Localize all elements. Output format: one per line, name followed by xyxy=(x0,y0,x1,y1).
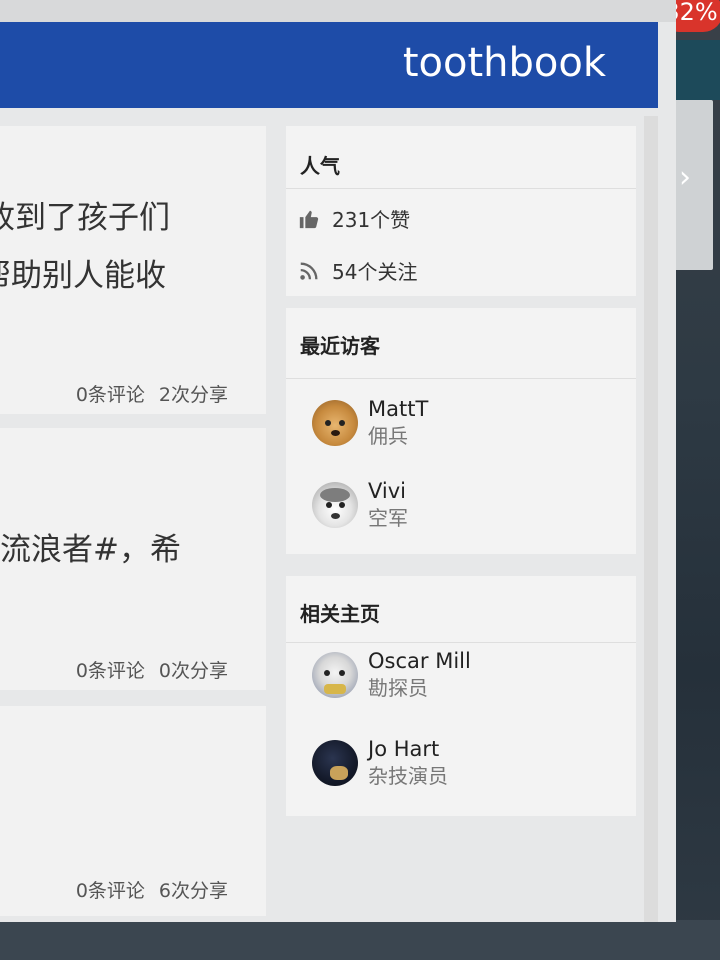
post-meta: 0条评论 2次分享 xyxy=(76,380,228,407)
feed-post[interactable]: #流浪者#，希 0条评论 0次分享 xyxy=(0,428,266,690)
app-screen: toothbook 收到了孩子们 帮助别人能收 0条评论 2次分享 #流浪者#，希… xyxy=(0,0,676,922)
related-page-item[interactable]: Jo Hart 杂技演员 xyxy=(312,736,448,790)
page-role: 勘探员 xyxy=(368,676,428,700)
post-text-line: 收到了孩子们 xyxy=(0,200,170,236)
share-count[interactable]: 6次分享 xyxy=(159,880,228,902)
card-title: 相关主页 xyxy=(300,602,380,626)
background-floor xyxy=(0,920,720,960)
share-count[interactable]: 2次分享 xyxy=(159,384,228,406)
dog-white-avatar[interactable] xyxy=(312,652,358,698)
dog-golden-avatar[interactable] xyxy=(312,400,358,446)
related-pages-card: 相关主页 Oscar Mill 勘探员 Jo Hart 杂技演员 xyxy=(286,576,636,816)
scrollbar[interactable] xyxy=(644,116,658,922)
post-meta: 0条评论 0次分享 xyxy=(76,656,228,683)
dark-figure-avatar[interactable] xyxy=(312,740,358,786)
comment-count[interactable]: 0条评论 xyxy=(76,384,145,406)
visitor-role: 佣兵 xyxy=(368,424,408,448)
feed-post[interactable]: 0条评论 6次分享 xyxy=(0,706,266,916)
page-role: 杂技演员 xyxy=(368,764,448,788)
divider xyxy=(286,378,636,379)
page-name[interactable]: Oscar Mill xyxy=(368,648,471,674)
page-name[interactable]: Jo Hart xyxy=(368,736,448,762)
divider xyxy=(286,642,636,643)
likes-count: 231个赞 xyxy=(332,208,411,232)
app-header: toothbook xyxy=(0,22,658,108)
comment-count[interactable]: 0条评论 xyxy=(76,880,145,902)
popularity-card: 人气 231个赞 54个关注 xyxy=(286,126,636,296)
dog-husky-avatar[interactable] xyxy=(312,482,358,528)
follows-count: 54个关注 xyxy=(332,260,418,284)
follows-stat[interactable]: 54个关注 xyxy=(298,256,417,285)
related-page-item[interactable]: Oscar Mill 勘探员 xyxy=(312,648,471,702)
recent-visitors-card: 最近访客 MattT 佣兵 Vivi 空军 xyxy=(286,308,636,554)
feed-post[interactable]: 收到了孩子们 帮助别人能收 0条评论 2次分享 xyxy=(0,126,266,414)
top-strip xyxy=(0,0,676,22)
brand-logo[interactable]: toothbook xyxy=(403,40,606,86)
card-title: 最近访客 xyxy=(300,334,380,358)
post-meta: 0条评论 6次分享 xyxy=(76,876,228,903)
share-count[interactable]: 0次分享 xyxy=(159,660,228,682)
thumbs-up-icon xyxy=(299,210,319,228)
visitor-name[interactable]: Vivi xyxy=(368,478,408,504)
visitor-item[interactable]: Vivi 空军 xyxy=(312,478,408,532)
visitor-item[interactable]: MattT 佣兵 xyxy=(312,396,428,450)
card-title: 人气 xyxy=(300,154,340,178)
visitor-name[interactable]: MattT xyxy=(368,396,428,422)
likes-stat[interactable]: 231个赞 xyxy=(298,204,410,233)
divider xyxy=(286,188,636,189)
chevron-right-icon[interactable]: › xyxy=(679,160,691,195)
visitor-role: 空军 xyxy=(368,506,408,530)
rss-icon xyxy=(300,262,318,280)
comment-count[interactable]: 0条评论 xyxy=(76,660,145,682)
post-text-line: #流浪者#，希 xyxy=(0,532,181,568)
post-text-line: 帮助别人能收 xyxy=(0,258,166,294)
